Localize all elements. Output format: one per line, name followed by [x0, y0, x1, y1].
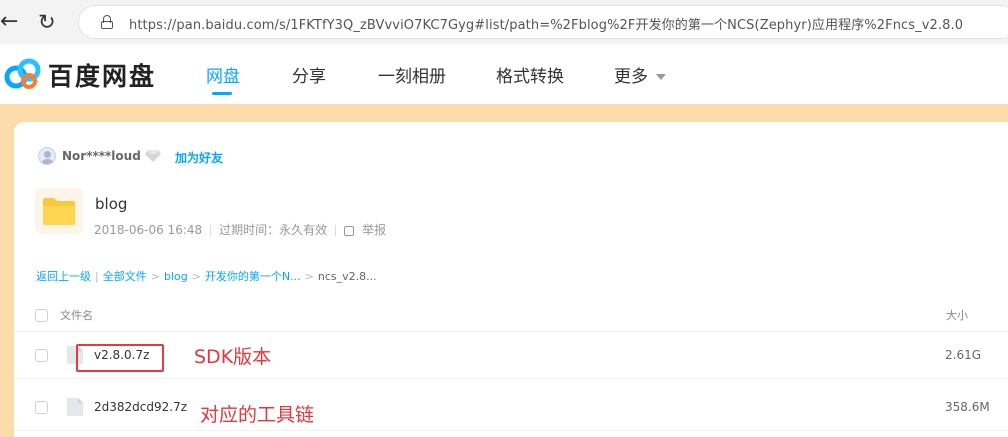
row-checkbox[interactable] [35, 401, 48, 414]
breadcrumb: 返回上一级 | 全部文件 > blog > 开发你的第一个N... > ncs_v2.8... [36, 268, 377, 284]
divider [335, 225, 337, 236]
folder-icon [43, 198, 75, 225]
file-name[interactable]: 2d382dcd92.7z [94, 400, 187, 414]
share-date: 2018-06-06 16:48 [94, 223, 203, 237]
archive-file-icon [67, 398, 83, 416]
breadcrumb-back[interactable]: 返回上一级 [36, 270, 91, 283]
annotation-sdk-label: SDK版本 [194, 346, 272, 368]
breadcrumb-item-ncs-guide[interactable]: 开发你的第一个N... [205, 270, 301, 283]
site-header: 百度网盘 网盘 分享 一刻相册 格式转换 更多 [0, 44, 1008, 104]
nav-item-convert[interactable]: 格式转换 [496, 62, 564, 87]
lock-icon[interactable] [101, 15, 113, 29]
share-expiry: 过期时间：永久有效 [219, 223, 328, 237]
browser-address-bar: ← ↻ https://pan.baidu.com/s/1FKTfY3Q_zBV… [0, 0, 1008, 44]
sharer-username[interactable]: Nor****loud [62, 149, 141, 163]
nav-active-indicator [212, 92, 232, 95]
annotation-highlight-box [76, 344, 164, 372]
report-link[interactable]: 举报 [344, 223, 394, 237]
url-text: https://pan.baidu.com/s/1FKTfY3Q_zBVvviO… [129, 18, 964, 33]
avatar[interactable] [38, 147, 56, 165]
diamond-icon [145, 150, 161, 162]
logo-text[interactable]: 百度网盘 [48, 57, 156, 93]
chevron-down-icon [656, 74, 666, 80]
nav-item-share[interactable]: 分享 [292, 62, 326, 87]
nav-item-netdisk[interactable]: 网盘 [206, 62, 240, 87]
nav-item-more[interactable]: 更多 [614, 62, 666, 87]
breadcrumb-all-files[interactable]: 全部文件 [103, 270, 147, 283]
annotation-toolchain-label: 对应的工具链 [200, 404, 315, 426]
column-header-size[interactable]: 大小 [946, 307, 968, 323]
file-size: 358.6M [945, 400, 990, 414]
nav-more-label: 更多 [614, 67, 648, 87]
divider [210, 225, 212, 236]
breadcrumb-separator: | [95, 270, 99, 283]
table-row[interactable]: 2d382dcd92.7z 358.6M [14, 385, 1008, 431]
breadcrumb-item-blog[interactable]: blog [164, 270, 188, 283]
reload-icon[interactable]: ↻ [38, 8, 64, 36]
report-label: 举报 [362, 223, 387, 237]
arrow-left-icon[interactable]: ← [0, 8, 24, 36]
breadcrumb-separator: > [191, 270, 201, 283]
shared-folder-thumbnail [35, 188, 83, 234]
file-size: 2.61G [945, 348, 982, 362]
report-icon [344, 225, 355, 236]
nav-item-album[interactable]: 一刻相册 [378, 62, 446, 87]
add-friend-link[interactable]: 加为好友 [175, 149, 223, 166]
row-checkbox[interactable] [35, 349, 48, 362]
url-field[interactable]: https://pan.baidu.com/s/1FKTfY3Q_zBVvviO… [78, 5, 1008, 39]
baidu-netdisk-logo-icon[interactable] [2, 56, 42, 92]
share-meta: 2018-06-06 16:48 过期时间：永久有效 举报 [94, 221, 402, 238]
select-all-checkbox[interactable] [35, 309, 48, 322]
column-header-name[interactable]: 文件名 [60, 307, 93, 323]
shared-folder-title: blog [95, 195, 128, 213]
breadcrumb-separator: > [304, 270, 314, 283]
breadcrumb-separator: > [150, 270, 160, 283]
breadcrumb-current: ncs_v2.8... [317, 270, 377, 283]
file-list-header: 文件名 大小 [14, 300, 1008, 332]
